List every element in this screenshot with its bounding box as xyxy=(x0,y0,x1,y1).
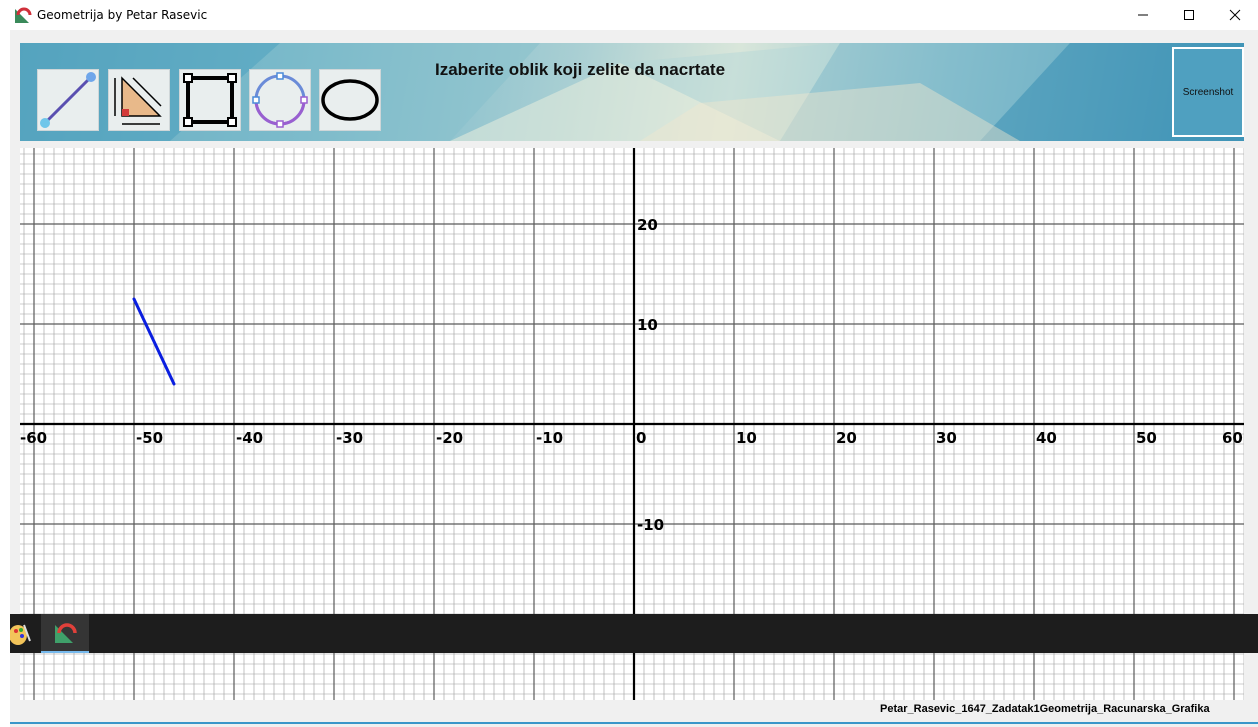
title-bar: Geometrija by Petar Rasevic xyxy=(0,0,1258,30)
x-tick-label: 30 xyxy=(936,429,957,447)
x-tick-label: 20 xyxy=(836,429,857,447)
line-tool-button[interactable] xyxy=(37,69,99,131)
x-tick-label: -50 xyxy=(136,429,163,447)
circle-tool-icon xyxy=(252,72,308,128)
taskbar-app-button[interactable] xyxy=(41,614,89,653)
close-button[interactable] xyxy=(1212,0,1258,30)
minimize-icon xyxy=(1138,14,1148,16)
y-tick-label: 10 xyxy=(637,316,658,334)
x-tick-label: -40 xyxy=(236,429,263,447)
minimize-button[interactable] xyxy=(1120,0,1166,30)
line-tool-icon xyxy=(40,72,96,128)
paint-icon[interactable] xyxy=(10,621,32,647)
x-tick-label: 40 xyxy=(1036,429,1057,447)
footer-caption: Petar_Rasevic_1647_Zadatak1Geometrija_Ra… xyxy=(880,703,1210,715)
window-title: Geometrija by Petar Rasevic xyxy=(37,8,208,22)
triangle-tool-button[interactable] xyxy=(108,69,170,131)
close-icon xyxy=(1229,9,1241,21)
toolbar-banner: Izaberite oblik koji zelite da nacrtate … xyxy=(20,43,1244,141)
x-tick-label: -10 xyxy=(536,429,563,447)
x-tick-label: 0 xyxy=(636,429,646,447)
status-strip xyxy=(10,722,1258,724)
x-tick-label: -30 xyxy=(336,429,363,447)
square-tool-button[interactable] xyxy=(179,69,241,131)
x-tick-label: 60 xyxy=(1222,429,1243,447)
maximize-button[interactable] xyxy=(1166,0,1212,30)
ellipse-tool-icon xyxy=(321,79,379,121)
x-tick-label: 50 xyxy=(1136,429,1157,447)
page-title: Izaberite oblik koji zelite da nacrtate xyxy=(435,60,726,79)
screenshot-button[interactable]: Screenshot xyxy=(1172,47,1244,137)
ellipse-tool-button[interactable] xyxy=(319,69,381,131)
x-tick-label: 10 xyxy=(736,429,757,447)
x-tick-label: -60 xyxy=(20,429,47,447)
taskbar xyxy=(10,614,1258,653)
app-icon xyxy=(15,7,32,23)
right-triangle-tool-icon xyxy=(114,76,162,125)
square-tool-icon xyxy=(183,73,237,127)
y-tick-label: -10 xyxy=(637,516,664,534)
circle-tool-button[interactable] xyxy=(249,69,311,131)
x-tick-label: -20 xyxy=(436,429,463,447)
maximize-icon xyxy=(1184,10,1194,20)
geometrija-app-icon xyxy=(55,622,77,643)
y-tick-label: 20 xyxy=(637,216,658,234)
